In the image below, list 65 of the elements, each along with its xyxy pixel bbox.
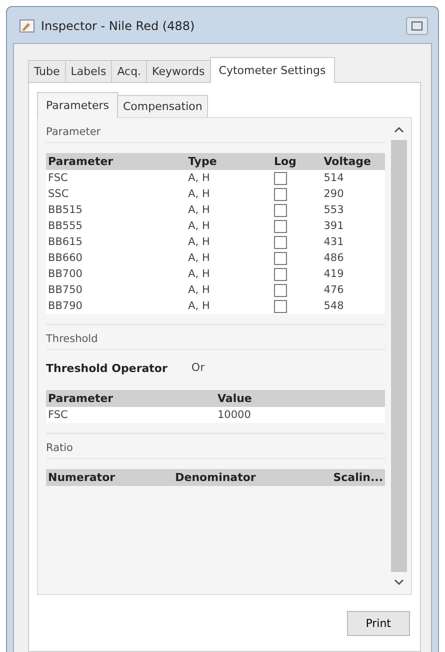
checkbox[interactable] xyxy=(274,220,287,232)
table-cell-text: BB790 xyxy=(47,299,84,314)
table-cell-text: 10000 xyxy=(216,408,252,423)
field-label: Threshold Operator xyxy=(46,362,168,374)
table-cell-text: 476 xyxy=(322,283,345,298)
app-icon xyxy=(19,18,35,34)
tab[interactable]: Tube xyxy=(28,60,66,82)
table-cell-text: 290 xyxy=(322,187,345,202)
table-cell-text: A, H xyxy=(187,203,211,218)
checkbox[interactable] xyxy=(274,236,287,248)
tab[interactable]: Acq. xyxy=(111,60,148,82)
table-cell-text: BB615 xyxy=(47,235,84,250)
table-cell-text: A, H xyxy=(187,283,211,298)
group-title: Parameter xyxy=(46,126,385,143)
checkbox[interactable] xyxy=(274,172,287,184)
table-cell-text: 391 xyxy=(322,219,345,234)
window-title: Inspector - Nile Red (488) xyxy=(41,19,195,33)
tab[interactable]: Parameters xyxy=(37,92,118,118)
table-cell-text: 514 xyxy=(322,171,345,186)
column-header: Denominator xyxy=(173,469,300,486)
checkbox[interactable] xyxy=(274,300,287,312)
column-header: Log xyxy=(272,153,322,170)
tab[interactable]: Cytometer Settings xyxy=(210,57,335,83)
checkbox[interactable] xyxy=(274,204,287,216)
print-button[interactable]: Print xyxy=(346,611,410,636)
table-cell-text: BB515 xyxy=(47,203,84,218)
checkbox[interactable] xyxy=(274,284,287,296)
table-cell-text: FSC xyxy=(47,408,69,423)
table-cell-text: 548 xyxy=(322,299,345,314)
maximize-icon[interactable] xyxy=(406,17,428,35)
column-header: Voltage xyxy=(322,153,385,170)
field-value: Or xyxy=(190,360,206,376)
table-cell-text: A, H xyxy=(187,187,211,202)
table-cell-text: BB700 xyxy=(47,267,84,282)
table-cell-text: A, H xyxy=(187,219,211,234)
table-cell-text: FSC xyxy=(47,171,69,186)
table-cell-text: SSC xyxy=(47,187,70,202)
table-cell-text: 419 xyxy=(322,267,345,282)
checkbox[interactable] xyxy=(274,268,287,280)
tab[interactable]: Labels xyxy=(64,60,112,82)
group-title: Ratio xyxy=(46,442,385,459)
table-cell-text: A, H xyxy=(187,299,211,314)
table-cell-text: 553 xyxy=(322,203,345,218)
checkbox[interactable] xyxy=(274,252,287,264)
table-cell-text: A, H xyxy=(187,251,211,266)
table-cell-text: BB555 xyxy=(47,219,84,234)
table-cell-text: A, H xyxy=(187,235,211,250)
table-cell-text: A, H xyxy=(187,267,211,282)
table-cell-text: BB750 xyxy=(47,283,84,298)
column-header: Parameter xyxy=(46,390,216,407)
column-header: Scalin... xyxy=(300,469,385,486)
column-header: Numerator xyxy=(46,469,174,486)
checkbox[interactable] xyxy=(274,188,287,200)
scroll-down-icon[interactable] xyxy=(394,578,404,586)
group-title: Threshold xyxy=(46,333,385,350)
tab[interactable]: Compensation xyxy=(116,95,208,117)
tab[interactable]: Keywords xyxy=(146,60,211,82)
table-cell-text: 431 xyxy=(322,235,345,250)
table-cell-text: A, H xyxy=(187,171,211,186)
column-header: Value xyxy=(216,390,385,407)
column-header: Parameter xyxy=(46,153,186,170)
column-header: Type xyxy=(186,153,272,170)
table-cell-text: BB660 xyxy=(47,251,84,266)
table-cell-text: 486 xyxy=(322,251,345,266)
scroll-up-icon[interactable] xyxy=(394,126,404,134)
